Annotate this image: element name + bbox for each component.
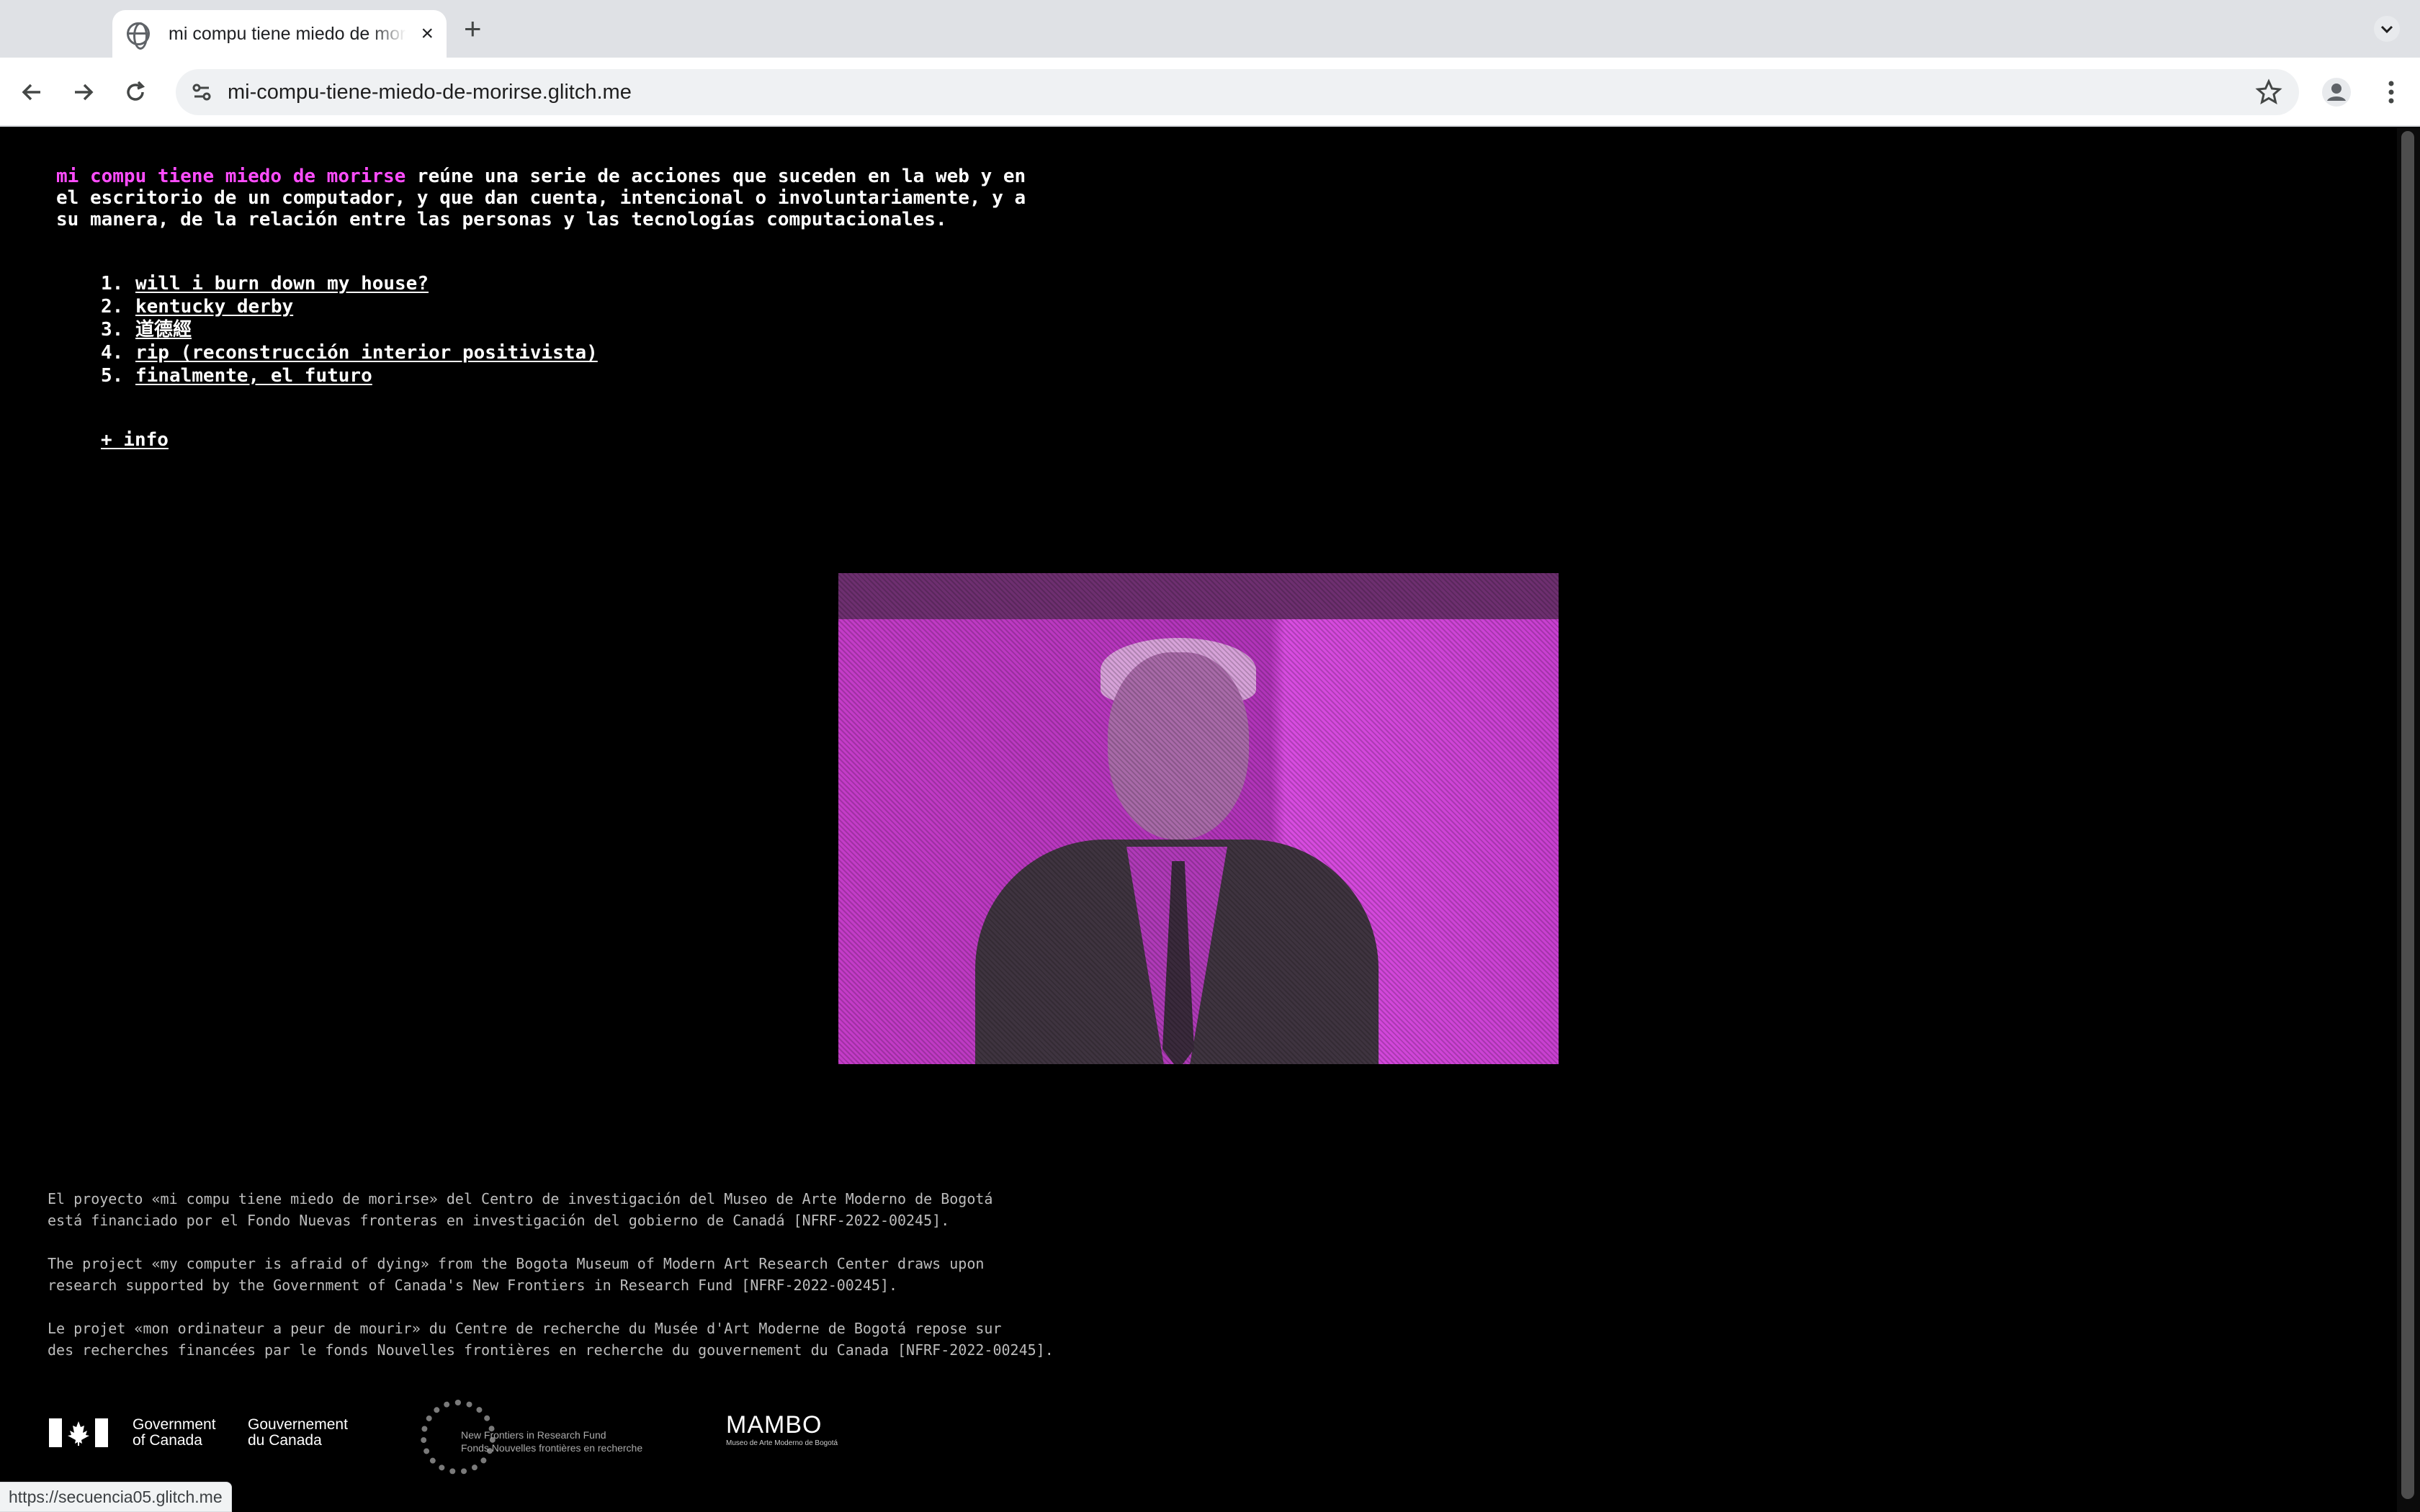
reload-icon[interactable] [120, 76, 151, 108]
nfrf-text: New Frontiers in Research Fund Fonds Nou… [461, 1429, 643, 1454]
tab-title: mi compu tiene miedo de morirse [169, 23, 406, 44]
list-item: 1. will i burn down my house? [101, 272, 598, 295]
status-bar-url: https://secuencia05.glitch.me [0, 1482, 232, 1512]
close-tab-button[interactable]: × [421, 23, 434, 45]
page-content: mi compu tiene miedo de morirse reúne un… [0, 128, 2397, 1512]
tab-strip: mi compu tiene miedo de morirse × + [0, 0, 2420, 58]
list-item: 3. 道德經 [101, 318, 598, 341]
browser-toolbar: mi-compu-tiene-miedo-de-morirse.glitch.m… [0, 58, 2420, 127]
item-number: 3. [101, 319, 124, 341]
url-text: mi-compu-tiene-miedo-de-morirse.glitch.m… [228, 80, 632, 104]
globe-icon [127, 22, 150, 50]
funding-text-es: El proyecto «mi compu tiene miedo de mor… [48, 1190, 993, 1229]
back-arrow-icon[interactable] [16, 76, 48, 108]
list-item: 2. kentucky derby [101, 295, 598, 318]
address-bar[interactable]: mi-compu-tiene-miedo-de-morirse.glitch.m… [176, 69, 2299, 115]
new-tab-button[interactable]: + [464, 13, 482, 45]
mambo-subtitle: Museo de Arte Moderno de Bogotá [726, 1439, 838, 1447]
government-of-canada-text: Government of Canada [133, 1416, 216, 1449]
government-of-canada-logo: Government of Canada Gouvernement du Can… [48, 1397, 364, 1476]
item-number: 5. [101, 365, 124, 387]
forward-arrow-icon[interactable] [68, 76, 99, 108]
funding-text-en: The project «my computer is afraid of dy… [48, 1255, 985, 1294]
scrollbar-thumb[interactable] [2401, 131, 2414, 1499]
work-link-5[interactable]: finalmente, el futuro [135, 364, 372, 387]
funding-notice: El proyecto «mi compu tiene miedo de mor… [48, 1188, 1200, 1382]
item-number: 2. [101, 296, 124, 318]
canada-flag-icon [49, 1418, 108, 1447]
work-link-1[interactable]: will i burn down my house? [135, 272, 429, 295]
chevron-down-icon[interactable] [2374, 16, 2400, 42]
browser-tab[interactable]: mi compu tiene miedo de morirse × [112, 10, 447, 58]
work-link-4[interactable]: rip (reconstrucción interior positivista… [135, 341, 598, 364]
mambo-logo: MAMBO Museo de Arte Moderno de Bogotá [726, 1411, 870, 1454]
vertical-scrollbar[interactable] [2397, 128, 2420, 1512]
works-list: 1. will i burn down my house? 2. kentucky … [101, 272, 598, 387]
kebab-menu-icon[interactable] [2377, 75, 2406, 109]
more-info-link[interactable]: + info [101, 429, 169, 451]
list-item: 5. finalmente, el futuro [101, 364, 598, 387]
mambo-wordmark: MAMBO [726, 1411, 823, 1439]
item-number: 4. [101, 342, 124, 364]
site-settings-icon[interactable] [186, 76, 218, 108]
funding-text-fr: Le projet «mon ordinateur a peur de mour… [48, 1320, 1054, 1359]
item-number: 1. [101, 273, 124, 294]
profile-icon[interactable] [2319, 75, 2354, 109]
list-item: 4. rip (reconstrucción interior positivis… [101, 341, 598, 364]
nfrf-logo: New Frontiers in Research Fund Fonds Nou… [418, 1397, 663, 1483]
intro-paragraph: mi compu tiene miedo de morirse reúne un… [56, 166, 1050, 230]
gouvernement-du-canada-text: Gouvernement du Canada [248, 1416, 348, 1449]
sponsor-logos: Government of Canada Gouvernement du Can… [48, 1397, 912, 1483]
bookmark-star-icon[interactable] [2254, 78, 2283, 107]
work-link-2[interactable]: kentucky derby [135, 295, 293, 318]
work-link-3[interactable]: 道德經 [135, 318, 192, 341]
project-title: mi compu tiene miedo de morirse [56, 166, 406, 187]
artwork-image [838, 573, 1559, 1064]
